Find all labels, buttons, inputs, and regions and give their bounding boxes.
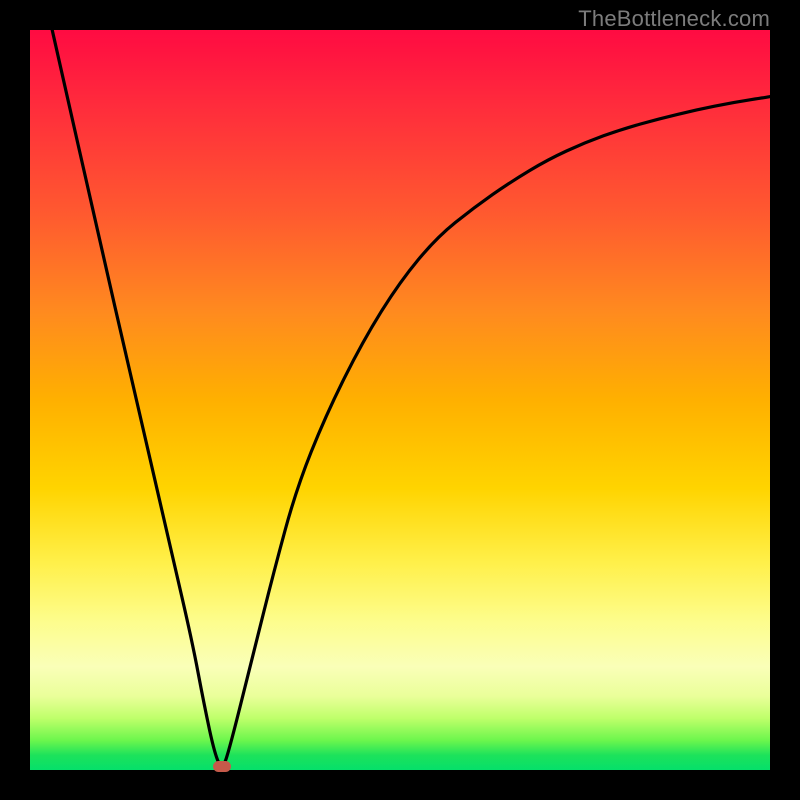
watermark-text: TheBottleneck.com [578,6,770,32]
optimum-marker [213,761,231,772]
curve-path [52,30,770,766]
bottleneck-curve [30,30,770,770]
chart-frame: TheBottleneck.com [0,0,800,800]
plot-area [30,30,770,770]
